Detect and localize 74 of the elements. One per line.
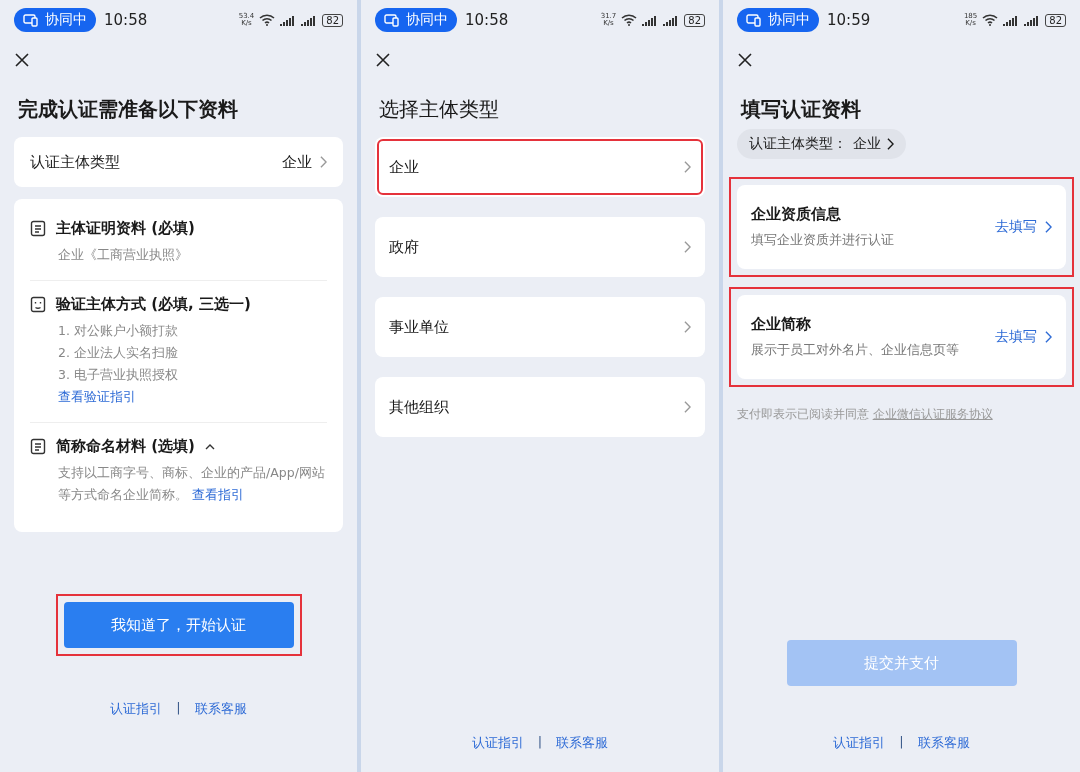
link-separator: | [176, 700, 181, 717]
wifi-icon [982, 14, 999, 26]
subject-type-option[interactable]: 其他组织 [375, 377, 705, 437]
status-time: 10:58 [465, 11, 509, 29]
card-subtitle: 填写企业资质并进行认证 [751, 232, 894, 249]
devices-icon [746, 13, 762, 27]
document-icon [30, 220, 46, 237]
agreement-text: 支付即表示已阅读并同意 企业微信认证服务协议 [737, 407, 994, 422]
document-icon [30, 438, 46, 455]
status-time: 10:59 [827, 11, 871, 29]
footer-link[interactable]: 认证指引 [471, 734, 524, 752]
footer-link[interactable]: 联系客服 [917, 734, 970, 752]
subject-type-row[interactable]: 认证主体类型 企业 [14, 137, 343, 187]
footer-link[interactable]: 联系客服 [556, 734, 609, 752]
primary-button[interactable]: 我知道了，开始认证 [63, 602, 294, 648]
chevron-right-icon [684, 161, 691, 173]
signal-icon [663, 14, 680, 26]
section-text: 企业《工商营业执照》 [58, 246, 189, 264]
chevron-right-icon [887, 138, 894, 150]
card-title: 企业资质信息 [751, 205, 842, 224]
card-subtitle: 展示于员工对外名片、企业信息页等 [751, 342, 959, 359]
footer-link[interactable]: 认证指引 [110, 700, 163, 718]
section-title: 主体证明资料 (必填) [56, 219, 195, 238]
collaboration-badge[interactable]: 协同中 [375, 8, 457, 32]
signal-icon [1003, 14, 1020, 26]
chevron-right-icon [1045, 221, 1052, 233]
chevron-right-icon [320, 156, 327, 168]
section-text: 支持以工商字号、商标、企业的产品/App/网站等方式命名企业简称。 查看指引 [58, 464, 326, 504]
face-scan-icon [30, 296, 46, 313]
section-text: 3. 电子营业执照授权 [58, 366, 179, 384]
section-text: 1. 对公账户小额打款 [58, 322, 179, 340]
guide-link[interactable]: 查看指引 [192, 487, 244, 502]
info-card[interactable]: 企业资质信息 填写企业资质并进行认证 去填写 [737, 185, 1066, 269]
link-separator: | [537, 734, 543, 751]
info-card[interactable]: 企业简称 展示于员工对外名片、企业信息页等 去填写 [737, 295, 1066, 379]
chevron-right-icon [684, 241, 691, 253]
wifi-icon [259, 14, 276, 26]
subject-type-option[interactable]: 企业 [375, 137, 705, 197]
status-time: 10:58 [104, 11, 148, 29]
chevron-right-icon [1045, 331, 1052, 343]
close-icon[interactable] [14, 52, 30, 68]
close-icon[interactable] [375, 52, 391, 68]
signal-icon [642, 14, 659, 26]
fill-in-link[interactable]: 去填写 [995, 218, 1052, 236]
collaboration-badge[interactable]: 协同中 [14, 8, 96, 32]
devices-icon [384, 13, 400, 27]
caret-up-icon[interactable] [204, 443, 215, 450]
signal-icon [301, 14, 318, 26]
section-title: 验证主体方式 (必填, 三选一) [56, 295, 251, 314]
card-title: 企业简称 [751, 315, 812, 334]
fill-in-link[interactable]: 去填写 [995, 328, 1052, 346]
guide-link[interactable]: 查看验证指引 [58, 389, 136, 404]
signal-icon [1024, 14, 1041, 26]
battery-indicator: 82 [1045, 13, 1066, 27]
section-text: 2. 企业法人实名扫脸 [58, 344, 179, 362]
signal-icon [280, 14, 297, 26]
footer-link[interactable]: 联系客服 [194, 700, 247, 718]
link-separator: | [899, 734, 904, 751]
subject-type-option[interactable]: 政府 [375, 217, 705, 277]
subject-type-chip[interactable]: 认证主体类型： 企业 [737, 129, 906, 159]
page-title: 填写认证资料 [741, 96, 862, 123]
subject-type-option[interactable]: 事业单位 [375, 297, 705, 357]
section-title: 简称命名材料 (选填) [56, 437, 195, 456]
close-icon[interactable] [737, 52, 753, 68]
battery-indicator: 82 [684, 13, 705, 27]
battery-indicator: 82 [322, 13, 343, 27]
collaboration-badge[interactable]: 协同中 [737, 8, 819, 32]
wifi-icon [621, 14, 638, 26]
footer-link[interactable]: 认证指引 [833, 734, 886, 752]
chevron-right-icon [684, 321, 691, 333]
page-title: 完成认证需准备以下资料 [18, 96, 239, 123]
chevron-right-icon [684, 401, 691, 413]
page-title: 选择主体类型 [379, 96, 500, 123]
devices-icon [23, 13, 39, 27]
